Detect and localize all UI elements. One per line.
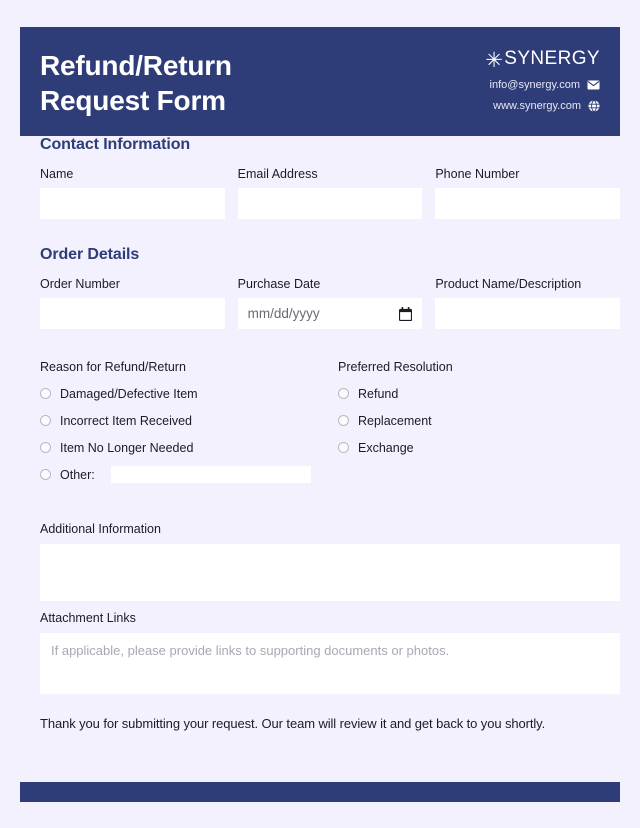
label-phone-number: Phone Number — [435, 167, 520, 181]
contact-fields-row: Name Email Address Phone Number — [40, 167, 621, 219]
attachment-links-textarea[interactable] — [40, 633, 620, 694]
radio-circle-icon[interactable] — [40, 388, 51, 399]
label-reason-for-refund: Reason for Refund/Return — [40, 360, 186, 374]
radio-circle-icon[interactable] — [40, 415, 51, 426]
radio-option-no-longer-needed[interactable]: Item No Longer Needed — [40, 440, 338, 455]
globe-icon — [588, 100, 600, 112]
radio-circle-icon[interactable] — [338, 415, 349, 426]
header-brand-block: ✳ SYNERGY info@synergy.com www.synergy.c… — [485, 46, 600, 112]
radio-label: Refund — [358, 386, 399, 401]
calendar-icon[interactable] — [399, 306, 413, 321]
field-group-purchase-date: Purchase Date mm/dd/yyyy — [237, 277, 423, 329]
radio-option-incorrect-item[interactable]: Incorrect Item Received — [40, 413, 338, 428]
name-input[interactable] — [40, 188, 225, 219]
purchase-date-input[interactable]: mm/dd/yyyy — [237, 298, 423, 329]
radio-circle-icon[interactable] — [40, 469, 51, 480]
label-order-number: Order Number — [40, 277, 120, 291]
radio-circle-icon[interactable] — [40, 442, 51, 453]
asterisk-icon: ✳ — [485, 48, 504, 72]
radio-label: Other: — [60, 467, 95, 482]
order-details-section: Order Details Order Number Purchase Date… — [0, 246, 640, 329]
form-body: Contact Information Name Email Address P… — [0, 136, 640, 731]
page-title: Refund/Return Request Form — [40, 50, 232, 116]
radio-option-damaged-defective[interactable]: Damaged/Defective Item — [40, 386, 338, 401]
radio-label: Incorrect Item Received — [60, 413, 192, 428]
order-fields-row: Order Number Purchase Date mm/dd/yyyy Pr… — [40, 277, 621, 329]
field-group-name: Name — [40, 167, 225, 219]
field-group-product-name: Product Name/Description — [435, 277, 621, 329]
form-header-banner: Refund/Return Request Form ✳ SYNERGY inf… — [20, 27, 620, 136]
field-group-email: Email Address — [237, 167, 423, 219]
radio-option-exchange[interactable]: Exchange — [338, 440, 598, 455]
envelope-icon — [587, 80, 600, 90]
header-website-text: www.synergy.com — [493, 100, 581, 112]
refund-return-request-form-page: Refund/Return Request Form ✳ SYNERGY inf… — [0, 0, 640, 828]
label-email-address: Email Address — [237, 167, 318, 181]
order-number-input[interactable] — [40, 298, 225, 329]
additional-information-textarea[interactable] — [40, 544, 620, 601]
radio-option-replacement[interactable]: Replacement — [338, 413, 598, 428]
preferred-resolution-group: Preferred Resolution Refund Replacement … — [338, 360, 598, 494]
label-preferred-resolution: Preferred Resolution — [338, 360, 453, 374]
radio-circle-icon[interactable] — [338, 388, 349, 399]
label-additional-information: Additional Information — [40, 522, 161, 536]
additional-information-section: Additional Information — [40, 522, 620, 601]
radio-label: Damaged/Defective Item — [60, 386, 198, 401]
reason-for-refund-group: Reason for Refund/Return Damaged/Defecti… — [40, 360, 338, 494]
header-email-text: info@synergy.com — [489, 79, 580, 91]
phone-number-input[interactable] — [435, 188, 621, 219]
label-name: Name — [40, 167, 74, 181]
thank-you-message: Thank you for submitting your request. O… — [40, 716, 546, 731]
radio-option-refund[interactable]: Refund — [338, 386, 598, 401]
choice-groups-row: Reason for Refund/Return Damaged/Defecti… — [40, 360, 620, 494]
attachment-links-section: Attachment Links — [40, 611, 620, 694]
header-website: www.synergy.com — [493, 100, 600, 112]
email-address-input[interactable] — [237, 188, 423, 219]
label-product-name-description: Product Name/Description — [435, 277, 582, 291]
field-group-order-number: Order Number — [40, 277, 225, 329]
radio-label: Exchange — [358, 440, 414, 455]
brand-name: SYNERGY — [504, 48, 600, 69]
section-heading-order: Order Details — [40, 246, 140, 263]
radio-label: Item No Longer Needed — [60, 440, 194, 455]
label-purchase-date: Purchase Date — [237, 277, 321, 291]
radio-circle-icon[interactable] — [338, 442, 349, 453]
other-reason-input[interactable] — [110, 466, 311, 483]
radio-option-other[interactable]: Other: — [40, 466, 338, 483]
label-attachment-links: Attachment Links — [40, 611, 136, 625]
radio-label: Replacement — [358, 413, 432, 428]
purchase-date-placeholder: mm/dd/yyyy — [247, 306, 320, 321]
product-name-description-input[interactable] — [435, 298, 621, 329]
footer-accent-bar — [20, 782, 620, 802]
header-email: info@synergy.com — [490, 79, 600, 91]
brand-logo: ✳ SYNERGY — [485, 48, 600, 72]
contact-information-section: Contact Information Name Email Address P… — [0, 136, 640, 219]
section-heading-contact: Contact Information — [40, 136, 191, 153]
field-group-phone: Phone Number — [435, 167, 621, 219]
